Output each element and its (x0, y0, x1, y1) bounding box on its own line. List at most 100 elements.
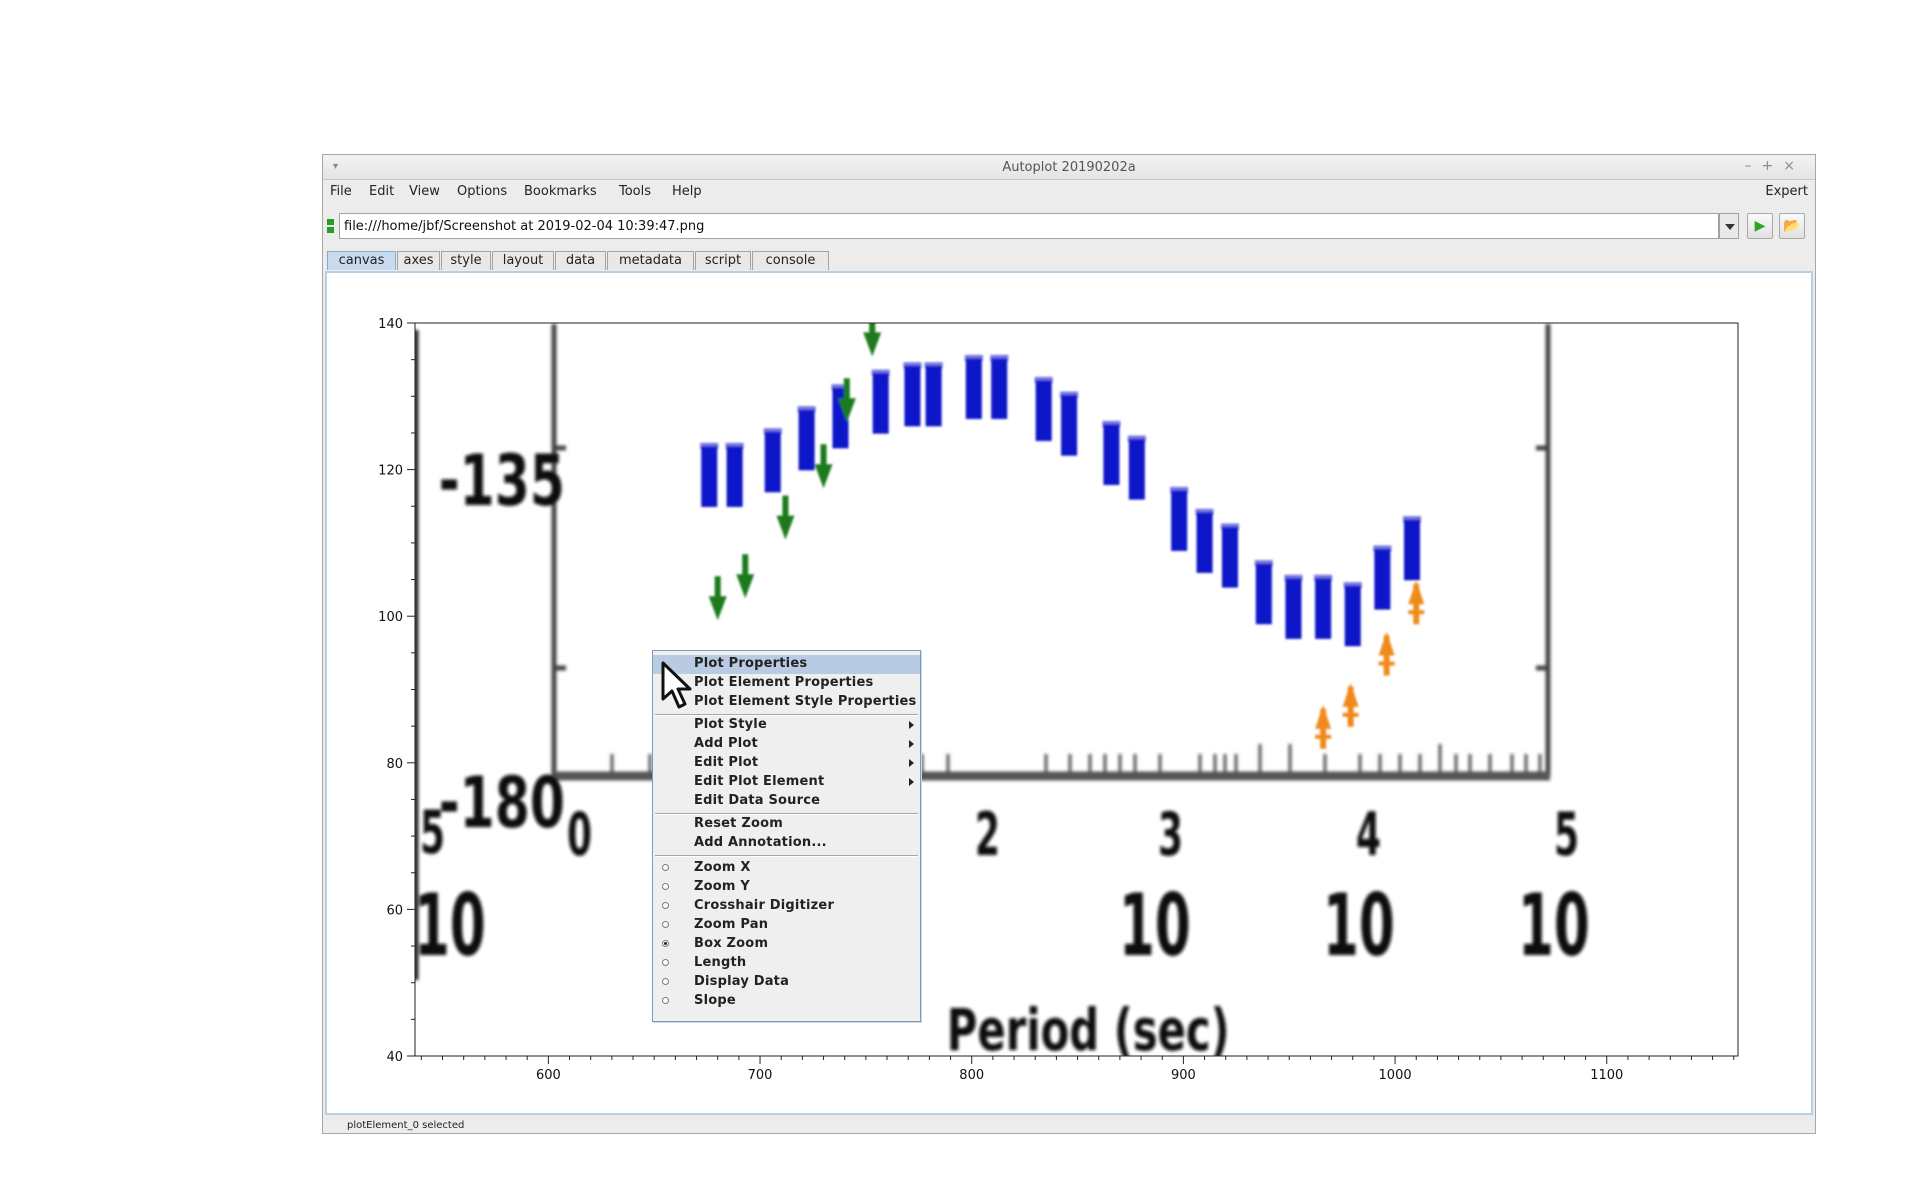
y-tick-label: 140 (378, 317, 403, 332)
data-point-bar (1196, 512, 1213, 573)
data-point-arrow-down (736, 574, 755, 599)
y-tick-label: 40 (386, 1050, 403, 1065)
menu-zoom-pan[interactable]: Zoom Pan (653, 916, 920, 935)
data-point-bar (925, 366, 942, 427)
menu-edit-plot[interactable]: Edit Plot (653, 754, 920, 773)
menu-display-data[interactable]: Display Data (653, 973, 920, 992)
bg-ytick-180: -180 (439, 763, 565, 844)
data-point-cap (1170, 486, 1189, 493)
data-point-cap (1195, 508, 1214, 515)
radio-icon (662, 902, 669, 909)
data-point-cap (1314, 574, 1333, 581)
data-point-cap (871, 369, 890, 376)
data-point-cap (903, 362, 922, 369)
radio-icon (662, 864, 669, 871)
x-tick-label: 800 (959, 1068, 984, 1083)
bg-xtick-2-exp: 2 (975, 799, 1000, 869)
data-point-arrow-up (1408, 580, 1425, 605)
bg-xtick-left-exp: 5 (420, 797, 445, 867)
data-point-bar (1128, 439, 1145, 500)
menu-edit-plot-element[interactable]: Edit Plot Element (653, 773, 920, 792)
bg-xtick-4: 10 (1323, 875, 1395, 976)
data-point-bar (1221, 527, 1238, 588)
mouse-pointer-icon (661, 661, 692, 709)
data-point-cap (1284, 574, 1303, 581)
data-point-cap (1127, 435, 1146, 442)
data-point-crossbar (1408, 610, 1425, 615)
menu-separator (655, 855, 918, 857)
data-point-bar (1285, 578, 1302, 639)
radio-icon (662, 978, 669, 985)
bg-xtick-3: 10 (1119, 875, 1191, 976)
data-point-cap (725, 442, 744, 449)
data-point-bar (1404, 520, 1421, 581)
data-point-bar (1374, 549, 1391, 610)
x-tick-label: 900 (1171, 1068, 1196, 1083)
radio-icon (662, 921, 669, 928)
data-point-bar (726, 446, 743, 507)
data-point-bar (701, 446, 718, 507)
data-point-cap (1034, 376, 1053, 383)
data-point-bar (1035, 380, 1052, 441)
plot-svg: -135 -180 10 0 10 2 10 3 10 4 10 5 10 5 … (378, 317, 1739, 1083)
menu-reset-zoom[interactable]: Reset Zoom (653, 815, 920, 834)
menu-zoom-x[interactable]: Zoom X (653, 859, 920, 878)
x-tick-label: 700 (748, 1068, 773, 1083)
data-point-crossbar (1342, 712, 1359, 717)
menu-length[interactable]: Length (653, 954, 920, 973)
data-point-cap (763, 428, 782, 435)
menu-crosshair-digitizer[interactable]: Crosshair Digitizer (653, 897, 920, 916)
radio-icon (662, 997, 669, 1004)
data-point-arrow-down (776, 515, 795, 540)
data-point-bar (1103, 424, 1120, 485)
data-point-cap (1102, 420, 1121, 427)
data-point-bar (1061, 395, 1078, 456)
x-tick-label: 600 (536, 1068, 561, 1083)
y-tick-label: 100 (378, 610, 403, 625)
data-point-cap (1373, 545, 1392, 552)
menu-plot-style[interactable]: Plot Style (653, 716, 920, 735)
data-point-bar (872, 373, 889, 434)
data-point-arrow-down (814, 464, 833, 489)
menu-edit-data-source[interactable]: Edit Data Source (653, 792, 920, 811)
data-point-arrow-down (863, 332, 882, 357)
data-point-cap (1220, 523, 1239, 530)
submenu-arrow-icon (909, 740, 914, 748)
x-tick-label: 1000 (1379, 1068, 1412, 1083)
bg-xlabel: Period (sec) (947, 996, 1230, 1064)
submenu-arrow-icon (909, 778, 914, 786)
data-point-bar (764, 432, 781, 493)
menu-add-annotation[interactable]: Add Annotation... (653, 834, 920, 853)
data-point-bar (1171, 490, 1188, 551)
data-point-cap (1254, 560, 1273, 567)
bg-xtick-0: 10 (414, 875, 486, 976)
menu-slope[interactable]: Slope (653, 992, 920, 1011)
menu-add-plot[interactable]: Add Plot (653, 735, 920, 754)
y-axis: 40 60 80 100 120 140 (378, 317, 415, 1065)
y-tick-label: 80 (386, 757, 403, 772)
data-point-cap (964, 354, 983, 361)
radio-checked-icon (662, 940, 669, 947)
data-point-bar (1255, 564, 1272, 625)
data-point-cap (990, 354, 1009, 361)
x-axis: 600 700 800 900 1000 1100 (420, 1056, 1735, 1083)
data-point-arrow-up (1342, 682, 1359, 707)
bg-xtick-5: 10 (1518, 875, 1590, 976)
data-point-bar (991, 358, 1008, 419)
x-tick-label: 1100 (1590, 1068, 1623, 1083)
data-point-cap (1403, 516, 1422, 523)
data-point-cap (1343, 582, 1362, 589)
radio-icon (662, 883, 669, 890)
bg-xtick-4-exp: 4 (1356, 799, 1381, 869)
background-image: -135 -180 10 0 10 2 10 3 10 4 10 5 10 5 … (414, 323, 1590, 1064)
data-point-cap (1060, 391, 1079, 398)
data-point-bar (1315, 578, 1332, 639)
data-point-bar (965, 358, 982, 419)
menu-box-zoom[interactable]: Box Zoom (653, 935, 920, 954)
data-point-cap (700, 442, 719, 449)
menu-zoom-y[interactable]: Zoom Y (653, 878, 920, 897)
data-point-crossbar (1315, 734, 1332, 739)
bg-xtick-5-exp: 5 (1554, 799, 1579, 869)
data-point-bar (798, 410, 815, 471)
data-point-arrow-up (1378, 631, 1395, 656)
